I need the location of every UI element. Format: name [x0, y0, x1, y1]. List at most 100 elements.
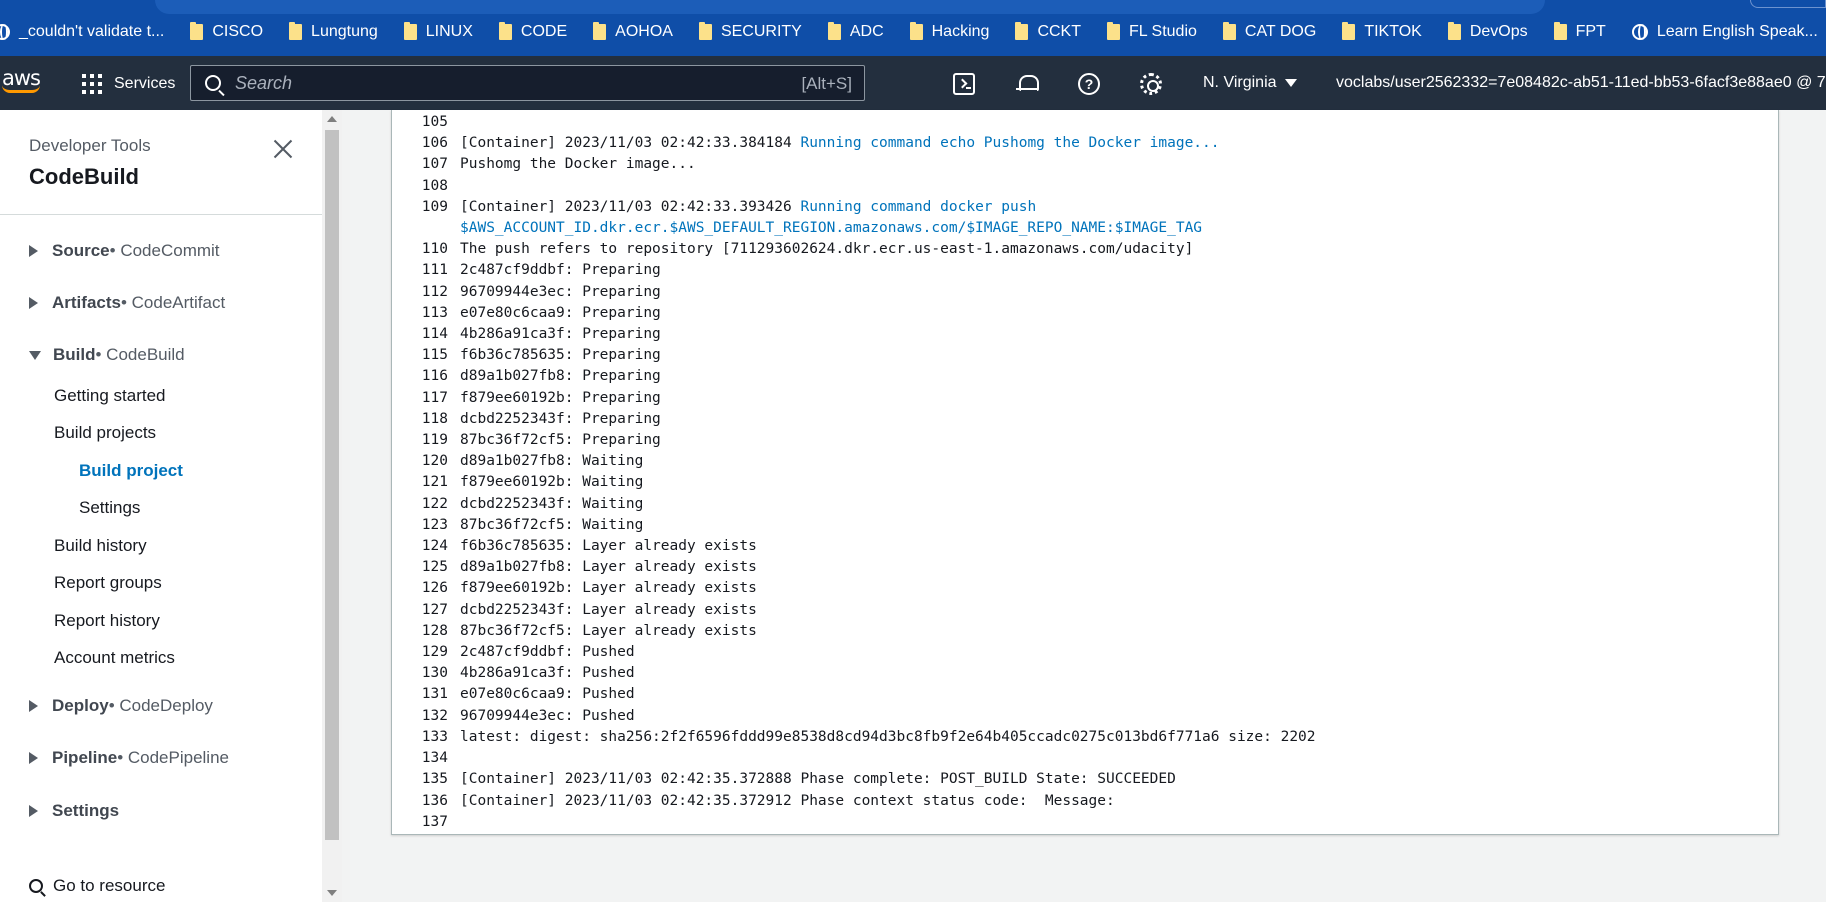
sidebar-item-settings-sub[interactable]: Settings: [79, 498, 140, 518]
bookmark-folder-cckt[interactable]: CCKT: [1015, 22, 1081, 41]
gear-icon[interactable]: [1140, 73, 1162, 95]
log-line-number: 116: [421, 368, 448, 385]
section-service: • CodePipeline: [117, 748, 229, 767]
bookmarks-bar: _couldn't validate t... CISCO Lungtung LIN…: [0, 0, 1826, 56]
bookmark-folder-code[interactable]: CODE: [498, 22, 567, 41]
bookmark-folder-security[interactable]: SECURITY: [698, 22, 802, 41]
bookmark-label: SECURITY: [720, 23, 802, 40]
log-line-text: 2c487cf9ddbf: Pushed: [460, 644, 635, 661]
cloudshell-icon[interactable]: [953, 73, 975, 95]
folder-icon: [1447, 22, 1461, 40]
sidebar: Developer Tools CodeBuild Source • CodeC…: [0, 110, 322, 902]
log-line: 105: [392, 112, 1316, 133]
log-line: 118 dcbd2252343f: Preparing: [392, 409, 1316, 430]
bookmark-folder-tiktok[interactable]: TIKTOK: [1342, 22, 1422, 41]
sidebar-item-report-groups[interactable]: Report groups: [54, 573, 162, 593]
folder-icon: [1342, 22, 1356, 40]
bookmark-folder-aohoa[interactable]: AOHOA: [593, 22, 673, 41]
log-line: 112 96709944e3ec: Preparing: [392, 282, 1316, 303]
log-line-number: 106: [421, 135, 448, 152]
log-command: Running command docker push: [800, 198, 1037, 215]
log-line-number: 115: [421, 347, 448, 364]
log-line-number: 109: [421, 198, 448, 215]
log-line-text: 87bc36f72cf5: Layer already exists: [460, 622, 757, 639]
bookmark-folder-fl-studio[interactable]: FL Studio: [1107, 22, 1197, 41]
log-line-text: 96709944e3ec: Preparing: [460, 283, 661, 300]
scroll-up-icon[interactable]: [327, 116, 337, 122]
sidebar-section-build[interactable]: Build • CodeBuild: [29, 345, 185, 365]
help-icon[interactable]: ?: [1078, 73, 1100, 95]
log-line-number: 137: [421, 813, 448, 830]
sidebar-item-build-projects[interactable]: Build projects: [54, 423, 156, 443]
services-menu-button[interactable]: Services: [82, 74, 175, 94]
sidebar-scrollbar[interactable]: [322, 110, 342, 902]
log-line-number: 105: [421, 114, 448, 130]
search-box[interactable]: [Alt+S]: [190, 65, 865, 101]
log-line: 127 dcbd2252343f: Layer already exists: [392, 600, 1316, 621]
bookmark-folder-cisco[interactable]: CISCO: [190, 22, 263, 41]
log-line: 129 2c487cf9ddbf: Pushed: [392, 642, 1316, 663]
log-line: 109 [Container] 2023/11/03 02:42:33.39342…: [392, 197, 1316, 218]
bookmark-learn-english[interactable]: Learn English Speak...: [1631, 23, 1818, 41]
go-to-resource[interactable]: Go to resource: [29, 876, 165, 896]
log-line: $AWS_ACCOUNT_ID.dkr.ecr.$AWS_DEFAULT_REG…: [392, 218, 1316, 239]
sidebar-item-build-history[interactable]: Build history: [54, 536, 147, 556]
bell-icon[interactable]: [1016, 73, 1039, 95]
sidebar-item-getting-started[interactable]: Getting started: [54, 386, 166, 406]
log-line-number: 132: [421, 707, 448, 724]
sidebar-section-pipeline[interactable]: Pipeline • CodePipeline: [29, 748, 229, 768]
log-line: 116 d89a1b027fb8: Preparing: [392, 366, 1316, 387]
sidebar-section-deploy[interactable]: Deploy • CodeDeploy: [29, 696, 213, 716]
log-line: 130 4b286a91ca3f: Pushed: [392, 663, 1316, 684]
sidebar-item-account-metrics[interactable]: Account metrics: [54, 648, 175, 668]
folder-icon: [498, 22, 512, 40]
folder-icon: [1107, 22, 1120, 40]
bookmark-folder-cat-dog[interactable]: CAT DOG: [1222, 22, 1316, 41]
close-icon[interactable]: [272, 138, 294, 160]
log-line-number: 121: [421, 474, 448, 491]
globe-icon: [1631, 24, 1648, 40]
aws-top-nav: aws Services [Alt+S] ? N. Virginia vocla…: [0, 56, 1826, 110]
bookmark-folder-linux[interactable]: LINUX: [403, 22, 473, 41]
account-menu[interactable]: voclabs/user2562332=7e08482c-ab51-11ed-b…: [1336, 74, 1826, 92]
log-line: 115 f6b36c785635: Preparing: [392, 345, 1316, 366]
bookmark-first[interactable]: _couldn't validate t...: [0, 23, 164, 41]
aws-logo[interactable]: aws: [2, 68, 46, 98]
log-line: 137: [392, 812, 1316, 833]
log-line: 111 2c487cf9ddbf: Preparing: [392, 260, 1316, 281]
bookmark-label: CCKT: [1037, 23, 1081, 40]
sidebar-item-report-history[interactable]: Report history: [54, 611, 160, 631]
search-input[interactable]: [235, 72, 755, 94]
log-line-text: [Container] 2023/11/03 02:42:35.372888 P…: [460, 771, 1176, 788]
region-selector[interactable]: N. Virginia: [1203, 74, 1297, 92]
bookmark-folder-adc[interactable]: ADC: [827, 22, 884, 41]
bookmark-folder-hacking[interactable]: Hacking: [909, 22, 989, 41]
bookmark-folder-lungtung[interactable]: Lungtung: [289, 22, 378, 41]
log-line: 124 f6b36c785635: Layer already exists: [392, 536, 1316, 557]
bookmark-label: DevOps: [1469, 23, 1528, 40]
sidebar-subtitle: Developer Tools: [29, 136, 151, 155]
build-log-panel: 105 106 [Container] 2023/11/03 02:42:33.38…: [391, 110, 1779, 835]
section-service: • CodeBuild: [95, 345, 185, 364]
sidebar-item-build-project[interactable]: Build project: [79, 461, 183, 481]
log-line-number: 110: [421, 241, 448, 258]
log-line-number: 111: [421, 262, 448, 279]
log-line-text: e07e80c6caa9: Pushed: [460, 686, 635, 703]
sidebar-section-source[interactable]: Source • CodeCommit: [29, 241, 220, 261]
profile-button[interactable]: [1750, 0, 1826, 8]
log-line: 119 87bc36f72cf5: Preparing: [392, 430, 1316, 451]
sidebar-section-settings[interactable]: Settings: [29, 801, 119, 821]
scroll-down-icon[interactable]: [327, 890, 337, 896]
log-line: 123 87bc36f72cf5: Waiting: [392, 515, 1316, 536]
log-line: 117 f879ee60192b: Preparing: [392, 388, 1316, 409]
bookmark-folder-fpt[interactable]: FPT: [1553, 22, 1606, 41]
sidebar-section-artifacts[interactable]: Artifacts • CodeArtifact: [29, 293, 225, 313]
log-line: 114 4b286a91ca3f: Preparing: [392, 324, 1316, 345]
log-continuation: $AWS_ACCOUNT_ID.dkr.ecr.$AWS_DEFAULT_REG…: [460, 220, 1203, 237]
log-line-text: f6b36c785635: Layer already exists: [460, 538, 757, 555]
aws-logo-text: aws: [2, 66, 41, 90]
log-line-text: [448, 812, 460, 833]
scrollbar-thumb[interactable]: [325, 130, 339, 840]
log-line-text: [Container] 2023/11/03 02:42:35.372912 P…: [460, 792, 1115, 809]
bookmark-folder-devops[interactable]: DevOps: [1447, 22, 1528, 41]
